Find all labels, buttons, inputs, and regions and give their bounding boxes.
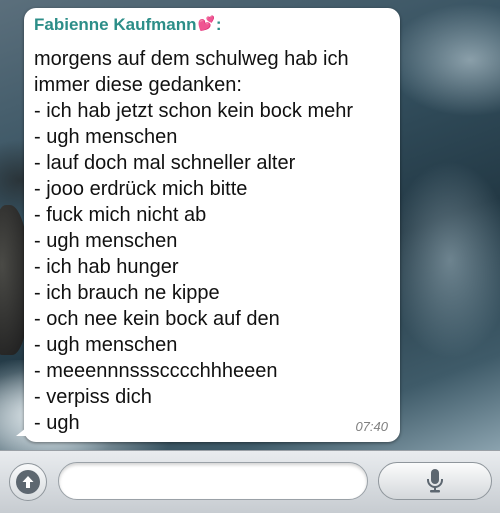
arrow-up-icon [16,470,40,494]
message-line: - ich hab hunger [34,256,179,278]
message-line: morgens auf dem schulweg hab ich [34,48,349,70]
message-line: - ich brauch ne kippe [34,282,220,304]
message-text: morgens auf dem schulweg hab ich immer di… [34,46,390,436]
message-line: immer diese gedanken: [34,74,242,96]
sender-header: Fabienne Kaufmann 💕 : [34,14,390,36]
microphone-icon [427,469,443,493]
sender-colon: : [215,15,222,34]
message-line: - lauf doch mal schneller alter [34,152,296,174]
message-input[interactable] [58,462,368,500]
message-line: - ugh [34,412,80,434]
message-line: - fuck mich nicht ab [34,204,207,226]
message-line: - jooo erdrück mich bitte [34,178,248,200]
message-timestamp: 07:40 [355,419,388,434]
message-line: - verpiss dich [34,386,152,408]
message-bubble[interactable]: Fabienne Kaufmann 💕 : morgens auf dem sc… [16,8,400,442]
message-line: - meeennnssscccchhheeen [34,360,278,382]
heart-icon: 💕 [197,15,215,31]
message-line: - ugh menschen [34,334,178,356]
message-line: - ugh menschen [34,126,178,148]
sender-name[interactable]: Fabienne Kaufmann [34,14,196,36]
message-line: - ugh menschen [34,230,178,252]
composer-bar [0,450,500,513]
microphone-button[interactable] [378,462,492,500]
message-line: - ich hab jetzt schon kein bock mehr [34,100,354,122]
attach-button[interactable] [9,463,47,501]
message-line: - och nee kein bock auf den [34,308,280,330]
